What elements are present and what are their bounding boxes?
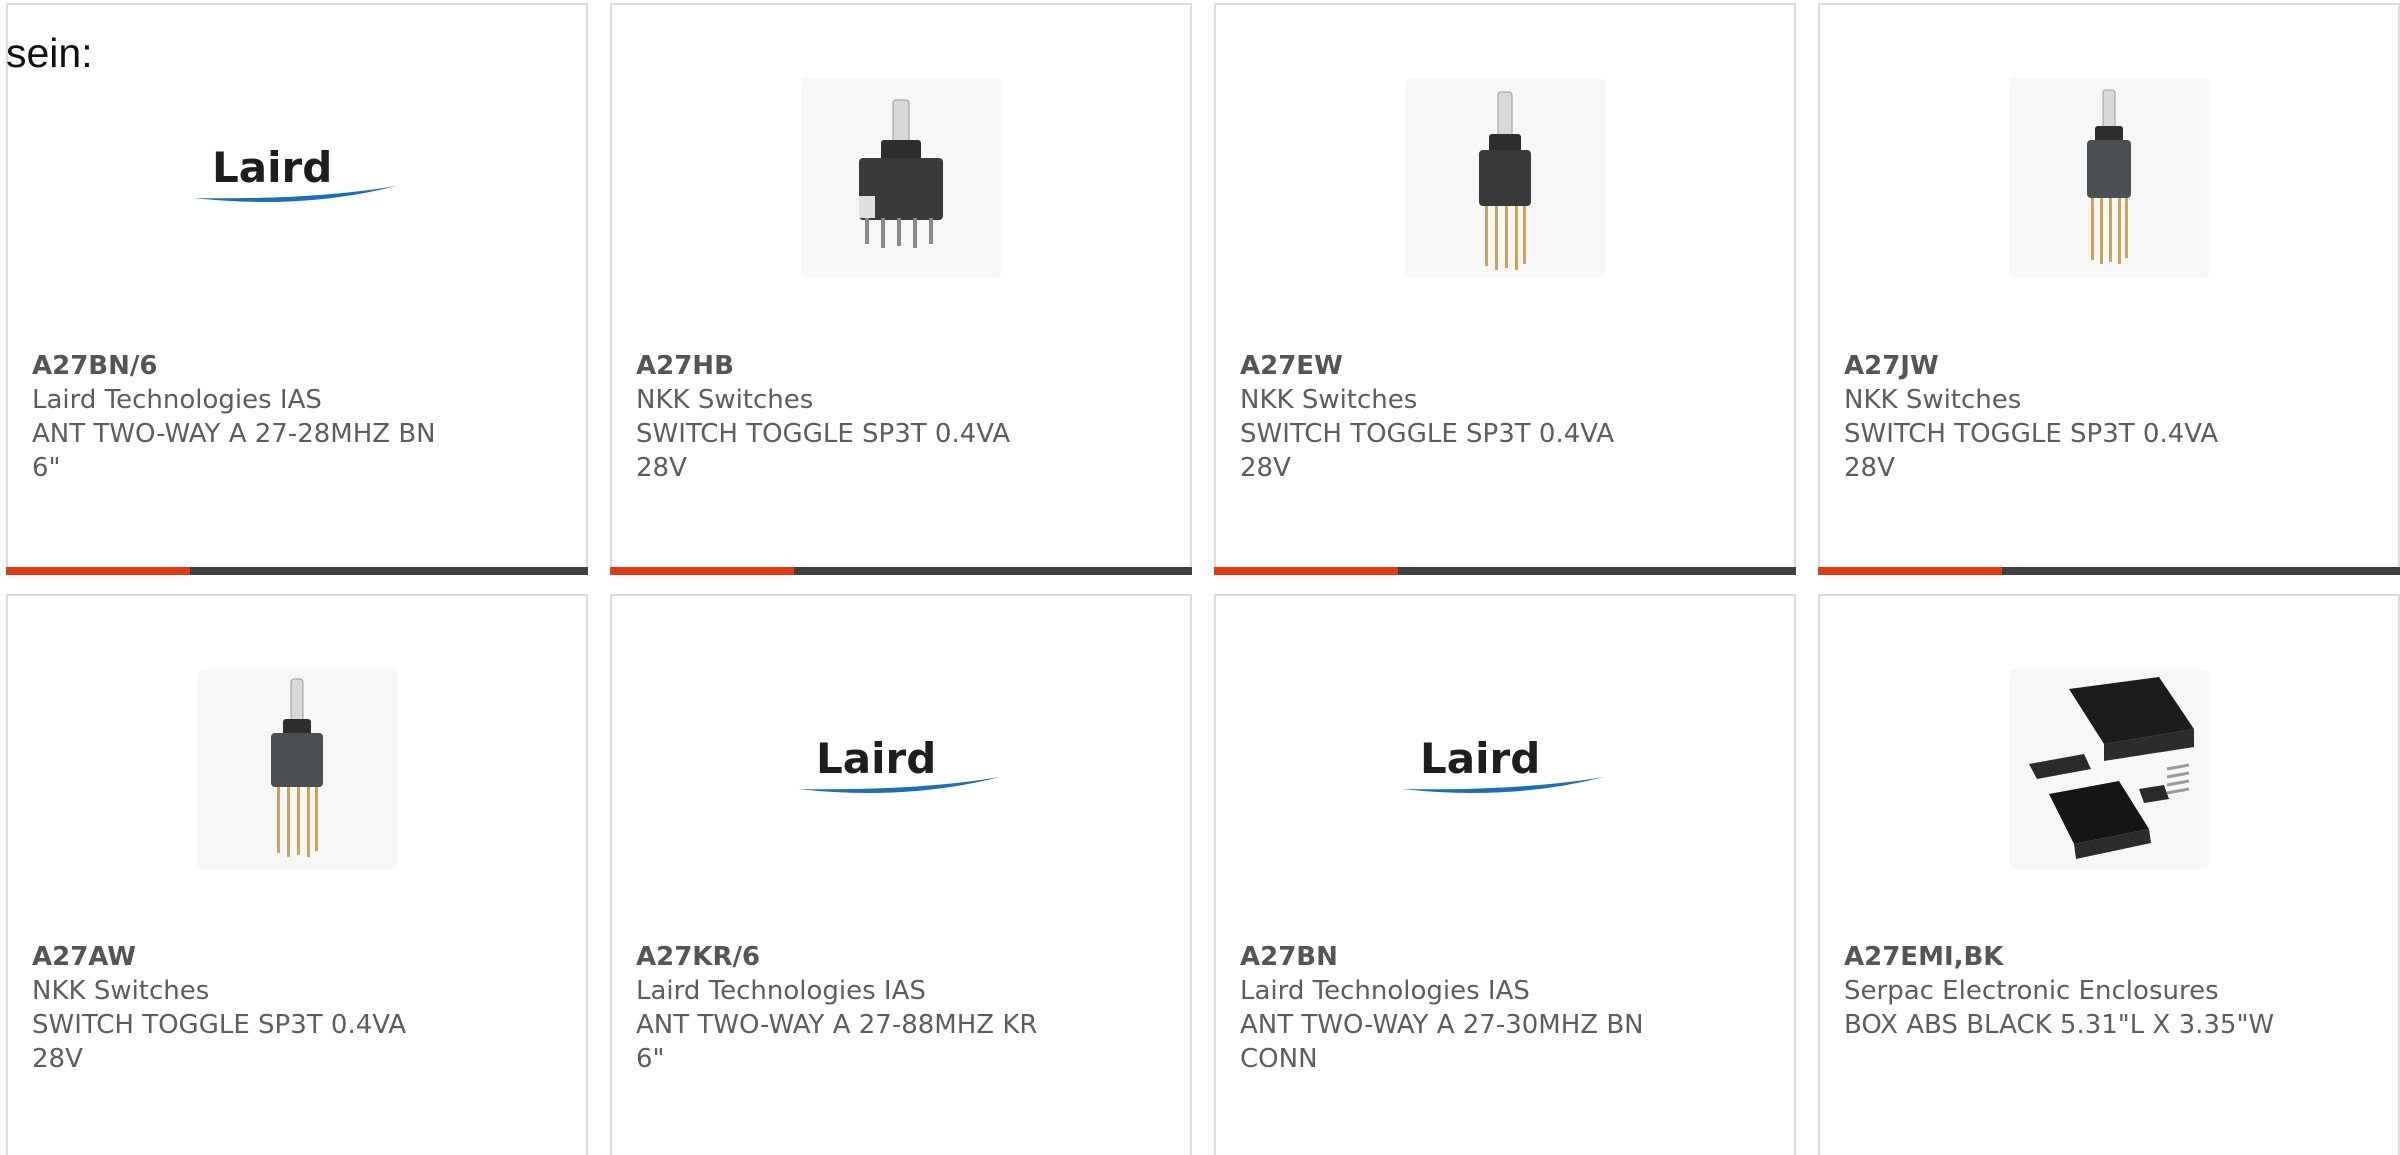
laird-logo-icon: Laird: [796, 729, 1006, 809]
part-number-link[interactable]: A27EW: [1240, 349, 1680, 383]
product-info: A27BN/6 Laird Technologies IAS ANT TWO-W…: [32, 349, 472, 485]
manufacturer-name: Laird Technologies IAS: [1240, 976, 1530, 1006]
toggle-switch-icon: [801, 78, 1001, 278]
card-accent-bar: [610, 567, 794, 575]
description-line-1: ANT TWO-WAY A 27-88MHZ KR: [636, 1010, 1038, 1040]
card-accent-bar: [1214, 567, 1398, 575]
product-card-a27emi-bk[interactable]: A27EMI,BK Serpac Electronic Enclosures B…: [1818, 594, 2400, 1155]
product-info: A27HB NKK Switches SWITCH TOGGLE SP3T 0.…: [636, 349, 1076, 485]
manufacturer-name: Laird Technologies IAS: [32, 385, 322, 415]
description-line-2: 28V: [1844, 453, 1895, 483]
card-accent-bar: [1818, 567, 2002, 575]
toggle-switch-icon: [197, 669, 397, 869]
manufacturer-name: NKK Switches: [636, 385, 814, 415]
description-line-2: 28V: [636, 453, 687, 483]
part-number-link[interactable]: A27HB: [636, 349, 1076, 383]
part-number-link[interactable]: A27BN/6: [32, 349, 472, 383]
card-bottom-bar: [6, 567, 588, 575]
product-card-a27hb[interactable]: A27HB NKK Switches SWITCH TOGGLE SP3T 0.…: [610, 3, 1192, 575]
description-line-1: ANT TWO-WAY A 27-30MHZ BN: [1240, 1010, 1644, 1040]
product-card-a27kr-6[interactable]: Laird A27KR/6 Laird Technologies IAS ANT…: [610, 594, 1192, 1155]
product-info: A27AW NKK Switches SWITCH TOGGLE SP3T 0.…: [32, 940, 472, 1076]
part-number-link[interactable]: A27BN: [1240, 940, 1680, 974]
part-number-link[interactable]: A27JW: [1844, 349, 2284, 383]
product-card-a27bn-6[interactable]: Laird A27BN/6 Laird Technologies IAS ANT…: [6, 3, 588, 575]
product-image[interactable]: Laird: [612, 664, 1190, 874]
card-bottom-bar: [1818, 567, 2400, 575]
product-image[interactable]: [1820, 73, 2398, 283]
manufacturer-name: Laird Technologies IAS: [636, 976, 926, 1006]
toggle-switch-icon: [2009, 78, 2209, 278]
product-image[interactable]: Laird: [8, 73, 586, 283]
description-line-1: SWITCH TOGGLE SP3T 0.4VA: [32, 1010, 407, 1040]
product-image[interactable]: [612, 73, 1190, 283]
toggle-switch-icon: [1405, 78, 1605, 278]
product-image[interactable]: Laird: [1216, 664, 1794, 874]
manufacturer-name: Serpac Electronic Enclosures: [1844, 976, 2219, 1006]
product-card-a27ew[interactable]: A27EW NKK Switches SWITCH TOGGLE SP3T 0.…: [1214, 3, 1796, 575]
product-card-a27aw[interactable]: A27AW NKK Switches SWITCH TOGGLE SP3T 0.…: [6, 594, 588, 1155]
description-line-1: ANT TWO-WAY A 27-28MHZ BN: [32, 419, 436, 449]
description-line-2: 28V: [1240, 453, 1291, 483]
product-grid: Laird A27BN/6 Laird Technologies IAS ANT…: [0, 0, 2400, 1155]
description-line-1: SWITCH TOGGLE SP3T 0.4VA: [636, 419, 1011, 449]
manufacturer-name: NKK Switches: [1844, 385, 2022, 415]
product-grid-page: sein: Laird A27BN/6 Laird Technologies I…: [0, 0, 2400, 1155]
product-info: A27EW NKK Switches SWITCH TOGGLE SP3T 0.…: [1240, 349, 1680, 485]
product-info: A27KR/6 Laird Technologies IAS ANT TWO-W…: [636, 940, 1076, 1076]
card-bottom-bar: [1214, 567, 1796, 575]
card-accent-bar: [6, 567, 190, 575]
laird-logo-icon: Laird: [1400, 729, 1610, 809]
manufacturer-name: NKK Switches: [1240, 385, 1418, 415]
svg-text:Laird: Laird: [212, 143, 332, 192]
product-info: A27EMI,BK Serpac Electronic Enclosures B…: [1844, 940, 2284, 1042]
product-info: A27JW NKK Switches SWITCH TOGGLE SP3T 0.…: [1844, 349, 2284, 485]
svg-text:Laird: Laird: [1420, 734, 1540, 783]
svg-text:Laird: Laird: [816, 734, 936, 783]
description-line-2: 6": [636, 1044, 665, 1074]
part-number-link[interactable]: A27AW: [32, 940, 472, 974]
product-info: A27BN Laird Technologies IAS ANT TWO-WAY…: [1240, 940, 1680, 1076]
product-image[interactable]: [1216, 73, 1794, 283]
product-image[interactable]: [1820, 664, 2398, 874]
product-card-a27bn[interactable]: Laird A27BN Laird Technologies IAS ANT T…: [1214, 594, 1796, 1155]
laird-logo-icon: Laird: [192, 138, 402, 218]
description-line-2: 6": [32, 453, 61, 483]
description-line-1: SWITCH TOGGLE SP3T 0.4VA: [1240, 419, 1615, 449]
manufacturer-name: NKK Switches: [32, 976, 210, 1006]
product-image[interactable]: [8, 664, 586, 874]
description-line-1: SWITCH TOGGLE SP3T 0.4VA: [1844, 419, 2219, 449]
description-line-1: BOX ABS BLACK 5.31"L X 3.35"W: [1844, 1010, 2275, 1040]
card-bottom-bar: [610, 567, 1192, 575]
enclosure-box-icon: [2009, 669, 2209, 869]
part-number-link[interactable]: A27KR/6: [636, 940, 1076, 974]
product-card-a27jw[interactable]: A27JW NKK Switches SWITCH TOGGLE SP3T 0.…: [1818, 3, 2400, 575]
description-line-2: 28V: [32, 1044, 83, 1074]
part-number-link[interactable]: A27EMI,BK: [1844, 940, 2284, 974]
intro-text: sein:: [6, 30, 93, 76]
description-line-2: CONN: [1240, 1044, 1318, 1074]
